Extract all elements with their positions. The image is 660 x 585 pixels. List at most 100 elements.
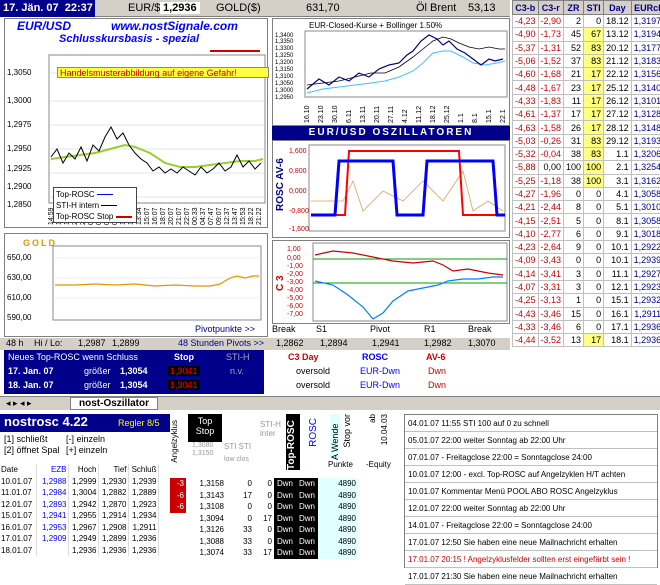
cell: -2,51 bbox=[538, 214, 564, 227]
cell: 17 bbox=[584, 108, 604, 121]
cell: 20.12 bbox=[604, 41, 632, 54]
cell: -3,46 bbox=[538, 307, 564, 320]
cell: 17 bbox=[584, 121, 604, 134]
svg-text:-7,00: -7,00 bbox=[287, 311, 303, 318]
opt2b[interactable]: [+] einzeln bbox=[66, 445, 107, 455]
cell: -2,44 bbox=[538, 201, 564, 214]
cell: Dwn bbox=[296, 547, 318, 559]
bollinger-chart: EUR-Closed-Kurse + Bollinger 1.50% 1,340… bbox=[272, 18, 510, 126]
table-row: -4,25-3,131015.11,2932 bbox=[513, 294, 660, 307]
cell: 1,3018 bbox=[631, 227, 660, 240]
svg-text:-5,00: -5,00 bbox=[287, 295, 303, 302]
cell: 0 bbox=[226, 478, 254, 490]
chart2-x-tick: 8.1 bbox=[472, 113, 479, 123]
cell: -5,88 bbox=[513, 161, 539, 174]
tab-nost-oszillator[interactable]: nost-Oszillator bbox=[70, 397, 158, 410]
svg-text:1,3250: 1,3250 bbox=[275, 53, 294, 59]
cell: 10.01.07 bbox=[0, 476, 36, 488]
cell: 33 bbox=[226, 547, 254, 559]
svg-text:-0,800: -0,800 bbox=[289, 208, 309, 215]
pivot-link[interactable]: Pivotpunkte >> bbox=[195, 324, 255, 334]
chart1-x-tick: 12:37 bbox=[224, 207, 231, 225]
cell: 0 bbox=[254, 490, 274, 502]
cell: 1,2908 bbox=[98, 522, 128, 534]
cell: 0 bbox=[584, 187, 604, 200]
cell: 1,3197 bbox=[631, 15, 660, 28]
cell: 1,2893 bbox=[36, 499, 68, 511]
opt1[interactable]: [1] schließt bbox=[4, 434, 48, 444]
message-item: 10.01.07 Kommentar Menü POOL ABO ROSC An… bbox=[405, 483, 657, 500]
cell: -4,48 bbox=[513, 81, 539, 94]
cell: 1,2936 bbox=[68, 545, 98, 557]
cell: 31 bbox=[564, 134, 584, 147]
cell: 4890 bbox=[318, 501, 358, 513]
chart2-x-tick: 30.10 bbox=[332, 105, 339, 123]
cell: Dwn bbox=[274, 536, 296, 548]
cell: 12.1 bbox=[604, 280, 632, 293]
cell: -4,27 bbox=[513, 187, 539, 200]
cell: -4,43 bbox=[513, 307, 539, 320]
cell: 33 bbox=[226, 524, 254, 536]
opt2[interactable]: [2] öffnet Spal bbox=[4, 445, 59, 455]
cell: -5,37 bbox=[513, 41, 539, 54]
eur-value: 1,2936 bbox=[160, 2, 200, 14]
message-item: 14.01.07 - Freitagclose 22:00 = Sonntagc… bbox=[405, 517, 657, 534]
cell: 4890 bbox=[318, 536, 358, 548]
opt1b[interactable]: [-] einzeln bbox=[66, 434, 105, 444]
cell bbox=[170, 547, 186, 559]
cell: 1,2936 bbox=[631, 320, 660, 333]
cell: -1,52 bbox=[538, 54, 564, 67]
chart4-plot: C 3 1,00 0,00 -1,00 -2,00 -3,00 -4,00 -5… bbox=[273, 241, 509, 323]
cell: 0 bbox=[584, 280, 604, 293]
svg-text:0,00: 0,00 bbox=[287, 255, 301, 262]
cell: 1,2941 bbox=[36, 510, 68, 522]
cell: -5,06 bbox=[513, 54, 539, 67]
cell bbox=[170, 524, 186, 536]
svg-text:1,2950: 1,2950 bbox=[275, 95, 294, 101]
table-row: -4,61-1,37171727.121,3128 bbox=[513, 108, 660, 121]
cell: 0 bbox=[584, 254, 604, 267]
chart2-x-tick: 20.11 bbox=[374, 106, 381, 123]
cell: -1,37 bbox=[538, 108, 564, 121]
svg-text:-6,00: -6,00 bbox=[287, 303, 303, 310]
table-row: -5,25-1,18381003.11,3162 bbox=[513, 174, 660, 187]
cell: -2,77 bbox=[538, 227, 564, 240]
cell: 11 bbox=[564, 94, 584, 107]
cell: 1,2923 bbox=[128, 499, 158, 511]
chart1-site: www.nostSignale.com bbox=[111, 19, 238, 33]
chart1-x-tick: 00:33 bbox=[192, 207, 199, 225]
chart1-x-tick: 13:34 bbox=[136, 207, 143, 225]
cell: 1,3183 bbox=[631, 54, 660, 67]
cell: -6 bbox=[170, 501, 186, 513]
rosc-av6-chart: ROSC AV-6 1,600 0,800 0,000 -0,800 -1,60… bbox=[272, 140, 510, 238]
table-row: -31,315800DwnDwn4890 bbox=[170, 478, 358, 490]
table-row: -4,27-1,96004.11,3058 bbox=[513, 187, 660, 200]
cell: 1,3193 bbox=[631, 134, 660, 147]
cell: 1,2923 bbox=[631, 280, 660, 293]
cell: 1,2953 bbox=[36, 522, 68, 534]
cell: 1,2899 bbox=[98, 533, 128, 545]
cell: 4890 bbox=[318, 490, 358, 502]
list-item: 12.01.071,28931,29421,28701,2923 bbox=[0, 499, 158, 511]
cell: 2.1 bbox=[604, 161, 632, 174]
cell: 17 bbox=[584, 94, 604, 107]
cell: 1,3108 bbox=[186, 501, 226, 513]
table-row: -4,63-1,58261728.121,3148 bbox=[513, 121, 660, 134]
cell: 25.12 bbox=[604, 81, 632, 94]
table-row: -5,37-1,31528320.121,3177 bbox=[513, 41, 660, 54]
table-row: -4,15-2,51508.11,3058 bbox=[513, 214, 660, 227]
cell: 45 bbox=[564, 28, 584, 41]
cell: 0,00 bbox=[538, 161, 564, 174]
cell: -4,21 bbox=[513, 201, 539, 214]
cell: 1,3058 bbox=[631, 214, 660, 227]
cell: 22.12 bbox=[604, 68, 632, 81]
cell: 1,2934 bbox=[128, 510, 158, 522]
list-item: 18.01.071,29361,29361,2936 bbox=[0, 545, 158, 557]
table-row: -61,310800DwnDwn4890 bbox=[170, 501, 358, 513]
svg-text:0,800: 0,800 bbox=[289, 168, 307, 175]
cell: 1,3206 bbox=[631, 147, 660, 160]
svg-text:610,00: 610,00 bbox=[7, 293, 32, 302]
cell: 1,3158 bbox=[186, 478, 226, 490]
tab-nav-arrows[interactable]: ◂ ▸ ◂ ▸ bbox=[6, 398, 32, 409]
cell: 1,3177 bbox=[631, 41, 660, 54]
